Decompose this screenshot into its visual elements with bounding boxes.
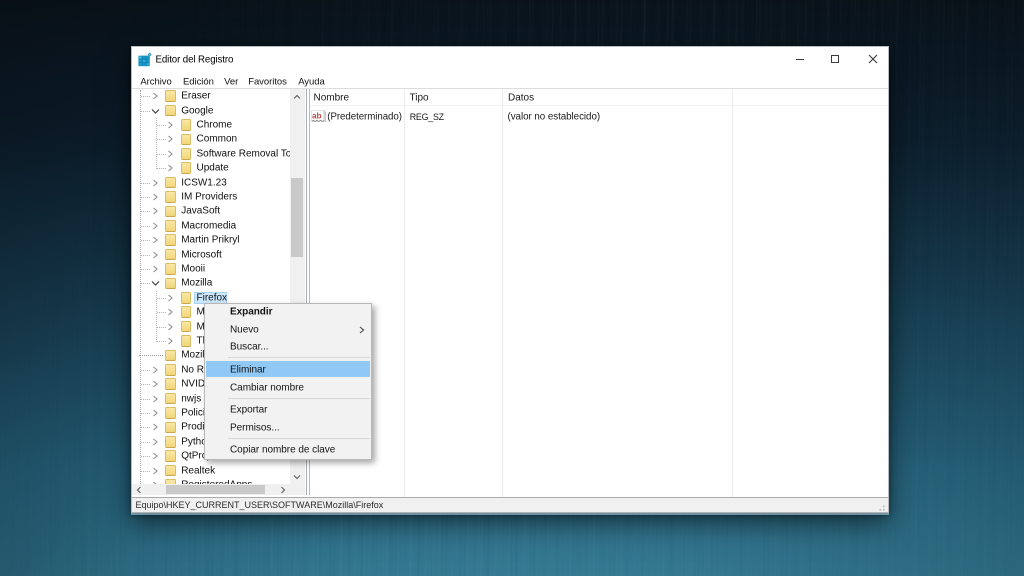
svg-text:ab: ab <box>312 111 322 120</box>
